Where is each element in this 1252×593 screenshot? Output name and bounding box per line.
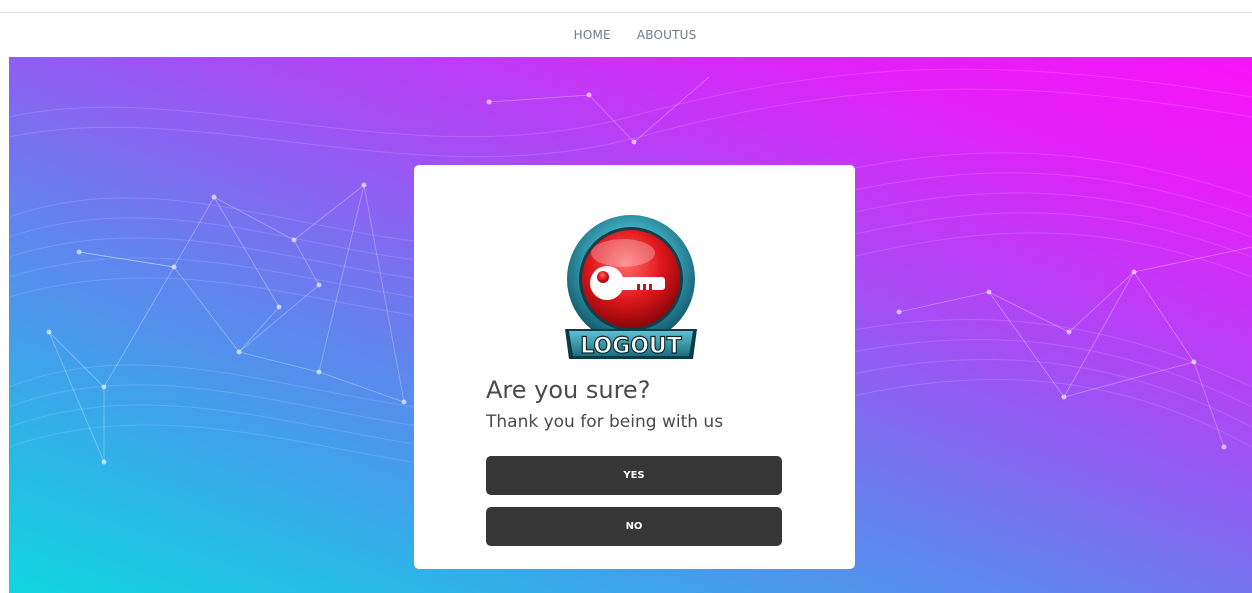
yes-button[interactable]: YES (486, 456, 782, 495)
nav-link-home[interactable]: HOME (574, 28, 611, 42)
dialog-title: Are you sure? (486, 376, 651, 404)
hero-background: LOGOUT Are you sure? Thank you for being… (9, 57, 1252, 593)
logout-key-icon: LOGOUT (565, 215, 697, 360)
top-navbar: HOME ABOUTUS (0, 12, 1252, 56)
no-button[interactable]: NO (486, 507, 782, 546)
nav-link-aboutus[interactable]: ABOUTUS (637, 28, 697, 42)
logout-dialog: LOGOUT Are you sure? Thank you for being… (414, 165, 855, 569)
dialog-subtitle: Thank you for being with us (486, 412, 724, 432)
logout-badge-text: LOGOUT (580, 334, 682, 359)
